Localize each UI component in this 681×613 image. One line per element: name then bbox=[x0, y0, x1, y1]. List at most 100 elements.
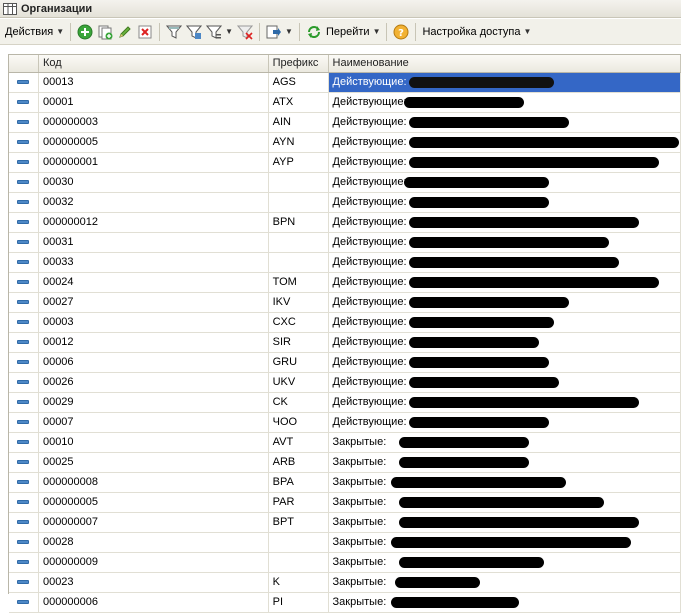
prefix-cell[interactable]: AYP bbox=[269, 153, 329, 172]
code-cell[interactable]: 00029 bbox=[39, 393, 269, 412]
table-row[interactable]: 000000009 Закрытые: bbox=[9, 553, 681, 573]
code-cell[interactable]: 00006 bbox=[39, 353, 269, 372]
prefix-cell[interactable]: AIN bbox=[269, 113, 329, 132]
name-cell[interactable]: Закрытые: bbox=[329, 473, 681, 492]
name-cell[interactable]: Закрытые: bbox=[329, 593, 681, 612]
name-cell[interactable]: Действующие: bbox=[329, 253, 681, 272]
table-row[interactable]: 00007 ЧОО Действующие: bbox=[9, 413, 681, 433]
prefix-cell[interactable]: PAR bbox=[269, 493, 329, 512]
table-row[interactable]: 000000005 PAR Закрытые: bbox=[9, 493, 681, 513]
name-cell[interactable]: Действующие: bbox=[329, 353, 681, 372]
actions-menu-button[interactable]: Действия ▼ bbox=[3, 22, 66, 42]
code-cell[interactable]: 00003 bbox=[39, 313, 269, 332]
code-cell[interactable]: 00012 bbox=[39, 333, 269, 352]
help-button[interactable]: ? bbox=[391, 22, 411, 42]
table-row[interactable]: 00012 SIR Действующие: bbox=[9, 333, 681, 353]
table-row[interactable]: 00023 K Закрытые: bbox=[9, 573, 681, 593]
prefix-cell[interactable] bbox=[269, 533, 329, 552]
table-row[interactable]: 000000001 AYP Действующие: bbox=[9, 153, 681, 173]
table-row[interactable]: 00029 CK Действующие: bbox=[9, 393, 681, 413]
header-name[interactable]: Наименование bbox=[329, 55, 681, 72]
filter-by-value-button[interactable] bbox=[184, 22, 204, 42]
prefix-cell[interactable] bbox=[269, 193, 329, 212]
table-row[interactable]: 000000003 AIN Действующие: bbox=[9, 113, 681, 133]
filter-button[interactable] bbox=[164, 22, 184, 42]
prefix-cell[interactable]: PI bbox=[269, 593, 329, 612]
name-cell[interactable]: Действующие: bbox=[329, 193, 681, 212]
prefix-cell[interactable]: TOM bbox=[269, 273, 329, 292]
name-cell[interactable]: Действующие: bbox=[329, 93, 681, 112]
table-row[interactable]: 00028 Закрытые: bbox=[9, 533, 681, 553]
prefix-cell[interactable]: K bbox=[269, 573, 329, 592]
table-row[interactable]: 000000012 BPN Действующие: bbox=[9, 213, 681, 233]
name-cell[interactable]: Закрытые: bbox=[329, 493, 681, 512]
name-cell[interactable]: Действующие: bbox=[329, 133, 681, 152]
code-cell[interactable]: 000000006 bbox=[39, 593, 269, 612]
header-prefix[interactable]: Префикс bbox=[269, 55, 329, 72]
prefix-cell[interactable]: BPT bbox=[269, 513, 329, 532]
add-button[interactable] bbox=[75, 22, 95, 42]
table-row[interactable]: 00010 AVT Закрытые: bbox=[9, 433, 681, 453]
name-cell[interactable]: Закрытые: bbox=[329, 573, 681, 592]
table-row[interactable]: 00001 ATX Действующие: bbox=[9, 93, 681, 113]
prefix-cell[interactable]: AGS bbox=[269, 73, 329, 92]
code-cell[interactable]: 00026 bbox=[39, 373, 269, 392]
name-cell[interactable]: Действующие: bbox=[329, 413, 681, 432]
table-row[interactable]: 00030 Действующие: bbox=[9, 173, 681, 193]
prefix-cell[interactable]: CXC bbox=[269, 313, 329, 332]
header-marker-column[interactable] bbox=[9, 55, 39, 72]
prefix-cell[interactable]: AVT bbox=[269, 433, 329, 452]
table-row[interactable]: 000000005 AYN Действующие: bbox=[9, 133, 681, 153]
code-cell[interactable]: 00025 bbox=[39, 453, 269, 472]
name-cell[interactable]: Закрытые: bbox=[329, 513, 681, 532]
edit-button[interactable] bbox=[115, 22, 135, 42]
prefix-cell[interactable] bbox=[269, 233, 329, 252]
name-cell[interactable]: Действующие: bbox=[329, 373, 681, 392]
header-code[interactable]: Код bbox=[39, 55, 269, 72]
prefix-cell[interactable]: SIR bbox=[269, 333, 329, 352]
name-cell[interactable]: Действующие: bbox=[329, 153, 681, 172]
prefix-cell[interactable] bbox=[269, 253, 329, 272]
code-cell[interactable]: 000000009 bbox=[39, 553, 269, 572]
name-cell[interactable]: Действующие: bbox=[329, 393, 681, 412]
code-cell[interactable]: 00033 bbox=[39, 253, 269, 272]
table-row[interactable]: 00025 ARB Закрытые: bbox=[9, 453, 681, 473]
code-cell[interactable]: 000000005 bbox=[39, 133, 269, 152]
code-cell[interactable]: 00007 bbox=[39, 413, 269, 432]
prefix-cell[interactable]: ARB bbox=[269, 453, 329, 472]
prefix-cell[interactable] bbox=[269, 173, 329, 192]
filter-list-button[interactable]: ▼ bbox=[204, 22, 235, 42]
copy-button[interactable] bbox=[95, 22, 115, 42]
name-cell[interactable]: Действующие: bbox=[328, 73, 681, 92]
code-cell[interactable]: 00027 bbox=[39, 293, 269, 312]
name-cell[interactable]: Действующие: bbox=[329, 113, 681, 132]
code-cell[interactable]: 00023 bbox=[39, 573, 269, 592]
table-row[interactable]: 00003 CXC Действующие: bbox=[9, 313, 681, 333]
name-cell[interactable]: Закрытые: bbox=[329, 553, 681, 572]
code-cell[interactable]: 000000003 bbox=[39, 113, 269, 132]
name-cell[interactable]: Действующие: bbox=[329, 273, 681, 292]
name-cell[interactable]: Действующие: bbox=[329, 213, 681, 232]
move-button[interactable]: ▼ bbox=[264, 22, 295, 42]
prefix-cell[interactable] bbox=[269, 553, 329, 572]
table-row[interactable]: 00032 Действующие: bbox=[9, 193, 681, 213]
code-cell[interactable]: 00031 bbox=[39, 233, 269, 252]
name-cell[interactable]: Действующие: bbox=[329, 293, 681, 312]
code-cell[interactable]: 00013 bbox=[39, 73, 269, 92]
access-settings-button[interactable]: Настройка доступа ▼ bbox=[420, 22, 533, 42]
table-row[interactable]: 000000008 BPA Закрытые: bbox=[9, 473, 681, 493]
table-row[interactable]: 00006 GRU Действующие: bbox=[9, 353, 681, 373]
code-cell[interactable]: 000000007 bbox=[39, 513, 269, 532]
prefix-cell[interactable]: IKV bbox=[269, 293, 329, 312]
delete-button[interactable] bbox=[135, 22, 155, 42]
code-cell[interactable]: 000000005 bbox=[39, 493, 269, 512]
name-cell[interactable]: Действующие: bbox=[329, 173, 681, 192]
code-cell[interactable]: 000000001 bbox=[39, 153, 269, 172]
name-cell[interactable]: Действующие: bbox=[329, 313, 681, 332]
code-cell[interactable]: 000000008 bbox=[39, 473, 269, 492]
table-row[interactable]: 00027 IKV Действующие: bbox=[9, 293, 681, 313]
prefix-cell[interactable]: ATX bbox=[269, 93, 329, 112]
prefix-cell[interactable]: GRU bbox=[269, 353, 329, 372]
table-row[interactable]: 00026 UKV Действующие: bbox=[9, 373, 681, 393]
goto-menu-button[interactable]: Перейти ▼ bbox=[324, 22, 383, 42]
